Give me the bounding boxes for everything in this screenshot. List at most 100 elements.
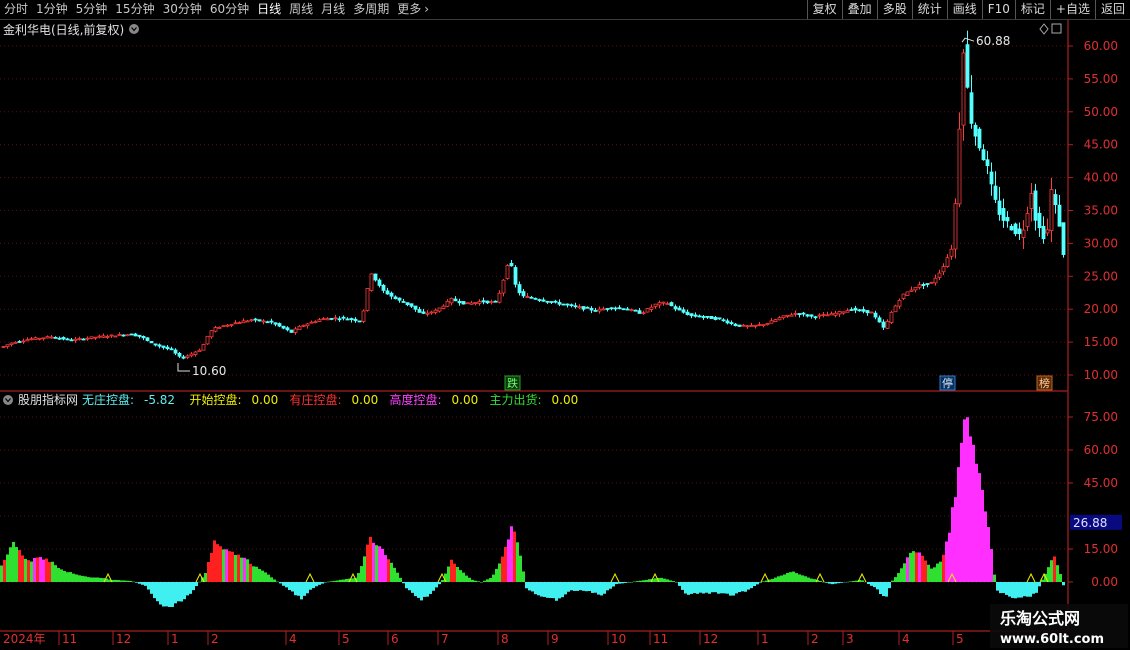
candle-body	[693, 314, 698, 317]
indicator-bar	[666, 579, 669, 582]
signal-peak	[305, 572, 315, 583]
candle-body	[1009, 225, 1014, 231]
indicator-bar-negative	[552, 582, 555, 599]
month-label: 2	[211, 632, 219, 646]
indicator-bar-negative	[678, 582, 681, 586]
candle-body	[385, 290, 390, 295]
indicator-tick-label: 60.00	[1084, 443, 1118, 457]
candle-body	[573, 305, 578, 308]
candle-body	[353, 318, 358, 322]
indicator-bar-negative	[1029, 582, 1032, 597]
indicator-bar	[255, 566, 258, 582]
indicator-bar-negative	[1023, 582, 1026, 597]
month-label: 11	[62, 632, 77, 646]
candle-body	[701, 316, 706, 318]
indicator-bar	[963, 419, 966, 582]
candle-body	[297, 325, 302, 331]
collapse-icon[interactable]	[3, 395, 13, 405]
candle-body	[85, 337, 90, 340]
candle-body	[717, 317, 722, 320]
candle-body	[681, 309, 686, 313]
indicator-bar	[231, 551, 234, 582]
indicator-bar	[357, 573, 360, 582]
indicator-tick-label: 75.00	[1084, 410, 1118, 424]
indicator-bar	[258, 569, 261, 582]
month-label: 9	[551, 632, 559, 646]
candle-body	[409, 303, 414, 307]
chart-area[interactable]: 60.0055.0050.0045.0040.0035.0030.0025.00…	[0, 0, 1130, 650]
candle-body	[901, 293, 906, 299]
indicator-bar	[396, 572, 399, 582]
candle-body	[509, 262, 514, 267]
candle-body	[897, 299, 902, 307]
candle-body	[337, 318, 342, 321]
indicator-bar	[33, 557, 36, 582]
candle-body	[57, 337, 62, 340]
candle-body	[977, 128, 982, 149]
indicator-bar-negative	[888, 582, 891, 589]
title-menu-icon[interactable]	[129, 24, 139, 34]
indicator-bar	[93, 577, 96, 582]
indicator-bar-negative	[303, 582, 306, 596]
candle-body	[705, 315, 710, 318]
candle-body	[429, 311, 434, 314]
indicator-bar-negative	[867, 582, 870, 584]
indicator-bar	[39, 556, 42, 582]
indicator-legend-label: 主力出货:	[490, 392, 542, 407]
indicator-bar	[852, 581, 855, 582]
indicator-bar	[642, 580, 645, 582]
indicator-title: 股朋指标网	[18, 392, 78, 407]
indicator-bar-negative	[1032, 582, 1035, 594]
indicator-bar-negative	[309, 582, 312, 590]
candle-body	[293, 328, 298, 333]
indicator-bar-negative	[282, 582, 285, 586]
candle-body	[1061, 222, 1066, 255]
indicator-bar	[663, 578, 666, 582]
candle-body	[397, 297, 402, 301]
indicator-bar	[390, 562, 393, 582]
candle-body	[945, 257, 950, 267]
candle-body	[9, 342, 14, 346]
indicator-bar	[243, 557, 246, 582]
indicator-bar-negative	[294, 582, 297, 596]
indicator-bar	[672, 581, 675, 582]
indicator-bar	[522, 571, 525, 582]
candle-body	[393, 296, 398, 300]
indicator-bar-negative	[840, 582, 843, 583]
indicator-bar	[6, 554, 9, 582]
indicator-legend-label: 无庄控盘:	[82, 392, 134, 407]
candle-body	[5, 344, 10, 347]
indicator-bar	[1059, 574, 1062, 582]
indicator-bar-negative	[144, 582, 147, 586]
candle-body	[117, 334, 122, 336]
indicator-bar	[516, 542, 519, 582]
indicator-bar-negative	[612, 582, 615, 587]
candle-body	[937, 272, 942, 278]
indicator-bar	[84, 576, 87, 582]
candle-body	[649, 306, 654, 310]
candle-body	[913, 287, 918, 291]
candle-body	[821, 314, 826, 316]
indicator-bar-negative	[705, 582, 708, 593]
candle-body	[213, 327, 218, 332]
indicator-bar	[948, 532, 951, 582]
indicator-bar-negative	[534, 582, 537, 595]
indicator-bar-negative	[708, 582, 711, 594]
indicator-bar	[330, 581, 333, 582]
indicator-bar-negative	[750, 582, 753, 589]
indicator-bar	[486, 579, 489, 582]
indicator-bar	[924, 560, 927, 582]
candle-body	[965, 44, 970, 88]
diamond-icon[interactable]	[1039, 23, 1049, 35]
indicator-bar	[198, 581, 201, 583]
candle-body	[445, 300, 450, 307]
indicator-bar-negative	[321, 582, 324, 584]
month-label: 11	[653, 632, 668, 646]
month-label: 6	[391, 632, 399, 646]
candle-body	[1029, 193, 1034, 209]
maximize-icon[interactable]	[1051, 23, 1062, 34]
indicator-bar-negative	[297, 582, 300, 596]
indicator-bar-negative	[414, 582, 417, 597]
indicator-bar	[249, 563, 252, 582]
indicator-bar-negative	[555, 582, 558, 601]
